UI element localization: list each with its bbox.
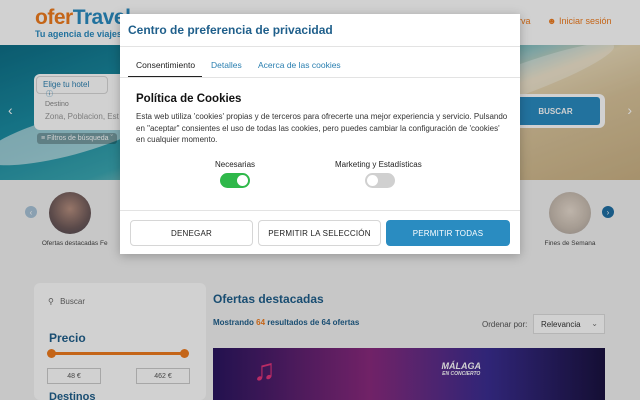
allow-all-button[interactable]: PERMITIR TODAS bbox=[386, 220, 510, 246]
toggle-necessary-label: Necesarias bbox=[215, 160, 256, 169]
cookie-policy-text: Esta web utiliza 'cookies' propias y de … bbox=[136, 112, 508, 144]
tab-details[interactable]: Detalles bbox=[211, 60, 242, 70]
modal-title: Centro de preferencia de privacidad bbox=[128, 23, 333, 37]
deny-button[interactable]: DENEGAR bbox=[130, 220, 253, 246]
toggle-marketing[interactable] bbox=[365, 173, 395, 188]
privacy-modal: Centro de preferencia de privacidad Cons… bbox=[120, 14, 520, 254]
cookie-policy-heading: Política de Cookies bbox=[136, 93, 242, 105]
toggle-marketing-label: Marketing y Estadísticas bbox=[335, 160, 422, 169]
allow-selection-button[interactable]: PERMITIR LA SELECCIÓN bbox=[258, 220, 381, 246]
toggle-necessary[interactable] bbox=[220, 173, 250, 188]
divider bbox=[120, 77, 520, 78]
tab-consent[interactable]: Consentimiento bbox=[136, 60, 195, 70]
divider bbox=[120, 210, 520, 211]
toggle-knob bbox=[367, 175, 378, 186]
divider bbox=[120, 46, 520, 47]
toggle-knob bbox=[237, 175, 248, 186]
tab-about-cookies[interactable]: Acerca de las cookies bbox=[258, 60, 341, 70]
